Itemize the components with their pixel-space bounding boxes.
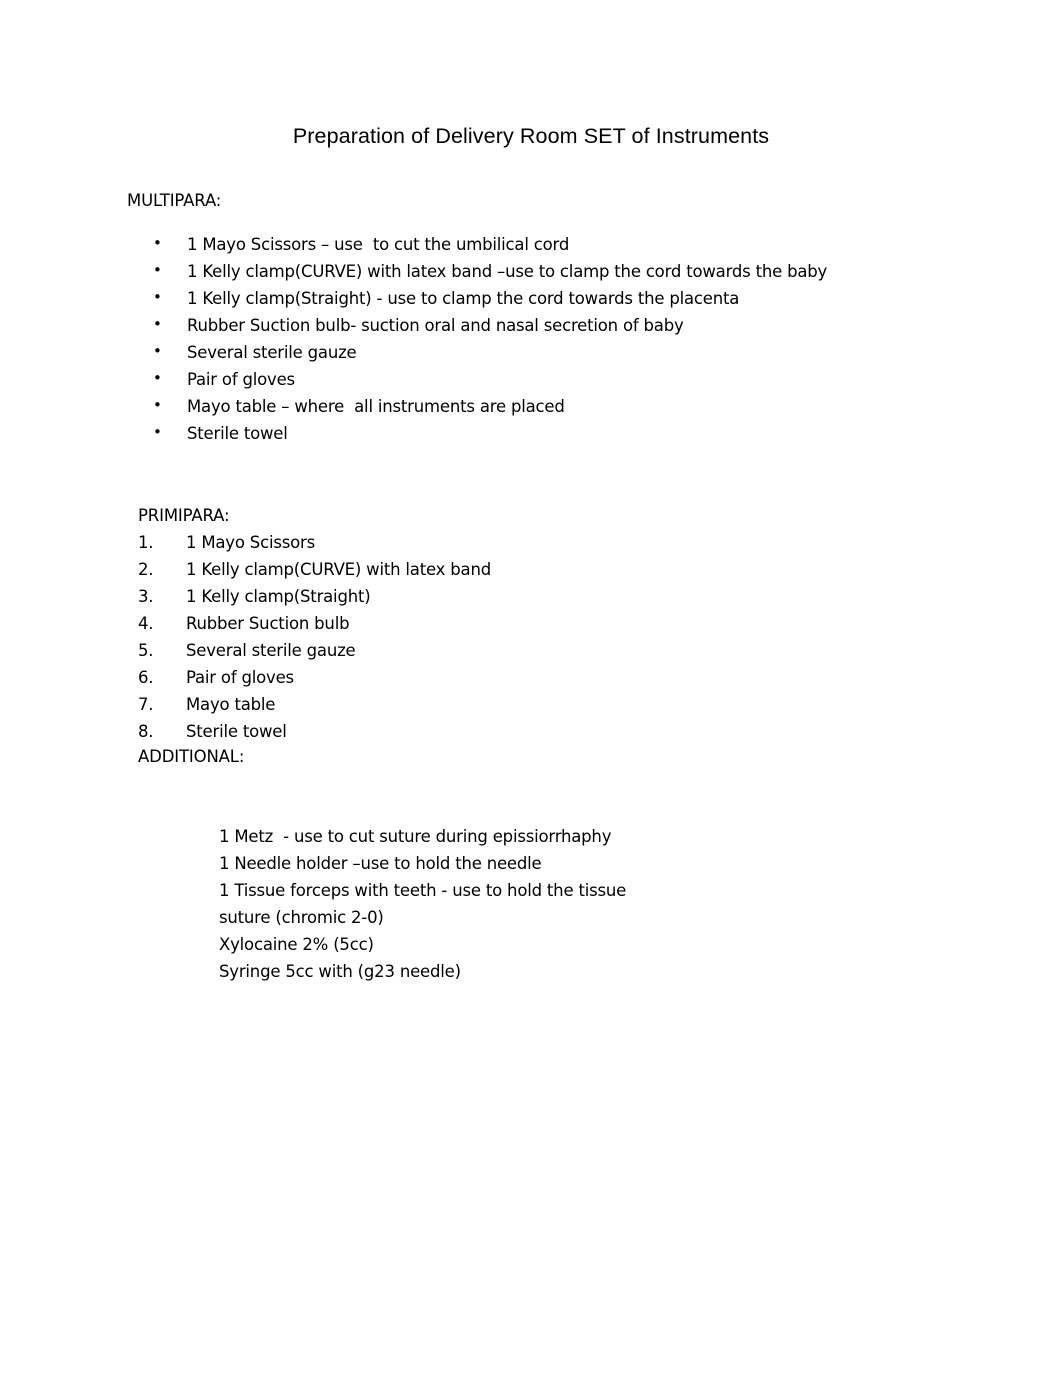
list-item: 1 Tissue forceps with teeth - use to hol… [219,881,627,900]
list-item: 3. 1 Kelly clamp(Straight) [0,586,1062,613]
list-item: Syringe 5cc with (g23 needle) [219,962,461,981]
page-title: Preparation of Delivery Room SET of Inst… [292,124,770,148]
list-item: • 1 Kelly clamp(CURVE) with latex band –… [0,261,1062,288]
list-item: • Several sterile gauze [0,342,1062,369]
list-item: Xylocaine 2% (5cc) [219,935,374,954]
list-item: suture (chromic 2-0) [219,908,384,927]
list-item: 1 Needle holder –use to hold the needle [219,854,542,873]
list-item-number: 7. [138,695,154,714]
list-item-label: Several sterile gauze [186,641,356,660]
list-item-number: 2. [138,560,154,579]
list-item: • 1 Kelly clamp(Straight) - use to clamp… [0,288,1062,315]
list-item-label: Mayo table – where all instruments are p… [187,397,565,416]
list-item: 2. 1 Kelly clamp(CURVE) with latex band [0,559,1062,586]
list-item: 8. Sterile towel [0,721,1062,748]
list-item-label: 1 Kelly clamp(Straight) [186,587,371,606]
list-item-label: 1 Mayo Scissors – use to cut the umbilic… [187,235,570,254]
list-item-number: 5. [138,641,154,660]
list-item-label: Sterile towel [187,424,288,443]
list-item: 7. Mayo table [0,694,1062,721]
bullet-icon: • [153,261,162,279]
multipara-list: • 1 Mayo Scissors – use to cut the umbil… [0,234,1062,450]
list-item-label: Rubber Suction bulb [186,614,350,633]
bullet-icon: • [153,234,162,252]
list-item-number: 6. [138,668,154,687]
list-item-label: 1 Kelly clamp(CURVE) with latex band –us… [187,262,828,281]
list-item: • Rubber Suction bulb- suction oral and … [0,315,1062,342]
document-page: Preparation of Delivery Room SET of Inst… [0,0,1062,1377]
list-item-label: Pair of gloves [186,668,294,687]
bullet-icon: • [153,396,162,414]
list-item-label: Several sterile gauze [187,343,357,362]
list-item-label: 1 Mayo Scissors [186,533,315,552]
list-item-number: 4. [138,614,154,633]
list-item: 1 Metz - use to cut suture during epissi… [219,827,612,846]
bullet-icon: • [153,288,162,306]
bullet-icon: • [153,423,162,441]
list-item-label: 1 Kelly clamp(CURVE) with latex band [186,560,491,579]
list-item: • 1 Mayo Scissors – use to cut the umbil… [0,234,1062,261]
list-item: 4. Rubber Suction bulb [0,613,1062,640]
list-item: 1. 1 Mayo Scissors [0,532,1062,559]
bullet-icon: • [153,369,162,387]
list-item-label: Mayo table [186,695,276,714]
list-item: 6. Pair of gloves [0,667,1062,694]
list-item-label: Rubber Suction bulb- suction oral and na… [187,316,684,335]
additional-list: 1 Metz - use to cut suture during epissi… [219,826,626,988]
list-item-number: 1. [138,533,154,552]
list-item-number: 8. [138,722,154,741]
list-item-number: 3. [138,587,154,606]
section-heading-additional: ADDITIONAL: [138,747,245,766]
bullet-icon: • [153,342,162,360]
list-item: • Mayo table – where all instruments are… [0,396,1062,423]
list-item-label: Pair of gloves [187,370,295,389]
list-item-label: Sterile towel [186,722,287,741]
list-item: • Pair of gloves [0,369,1062,396]
list-item-label: 1 Kelly clamp(Straight) - use to clamp t… [187,289,740,308]
primipara-list: 1. 1 Mayo Scissors 2. 1 Kelly clamp(CURV… [0,532,1062,748]
list-item: 5. Several sterile gauze [0,640,1062,667]
list-item: • Sterile towel [0,423,1062,450]
bullet-icon: • [153,315,162,333]
section-heading-primipara: PRIMIPARA: [138,506,230,525]
section-heading-multipara: MULTIPARA: [127,191,222,210]
